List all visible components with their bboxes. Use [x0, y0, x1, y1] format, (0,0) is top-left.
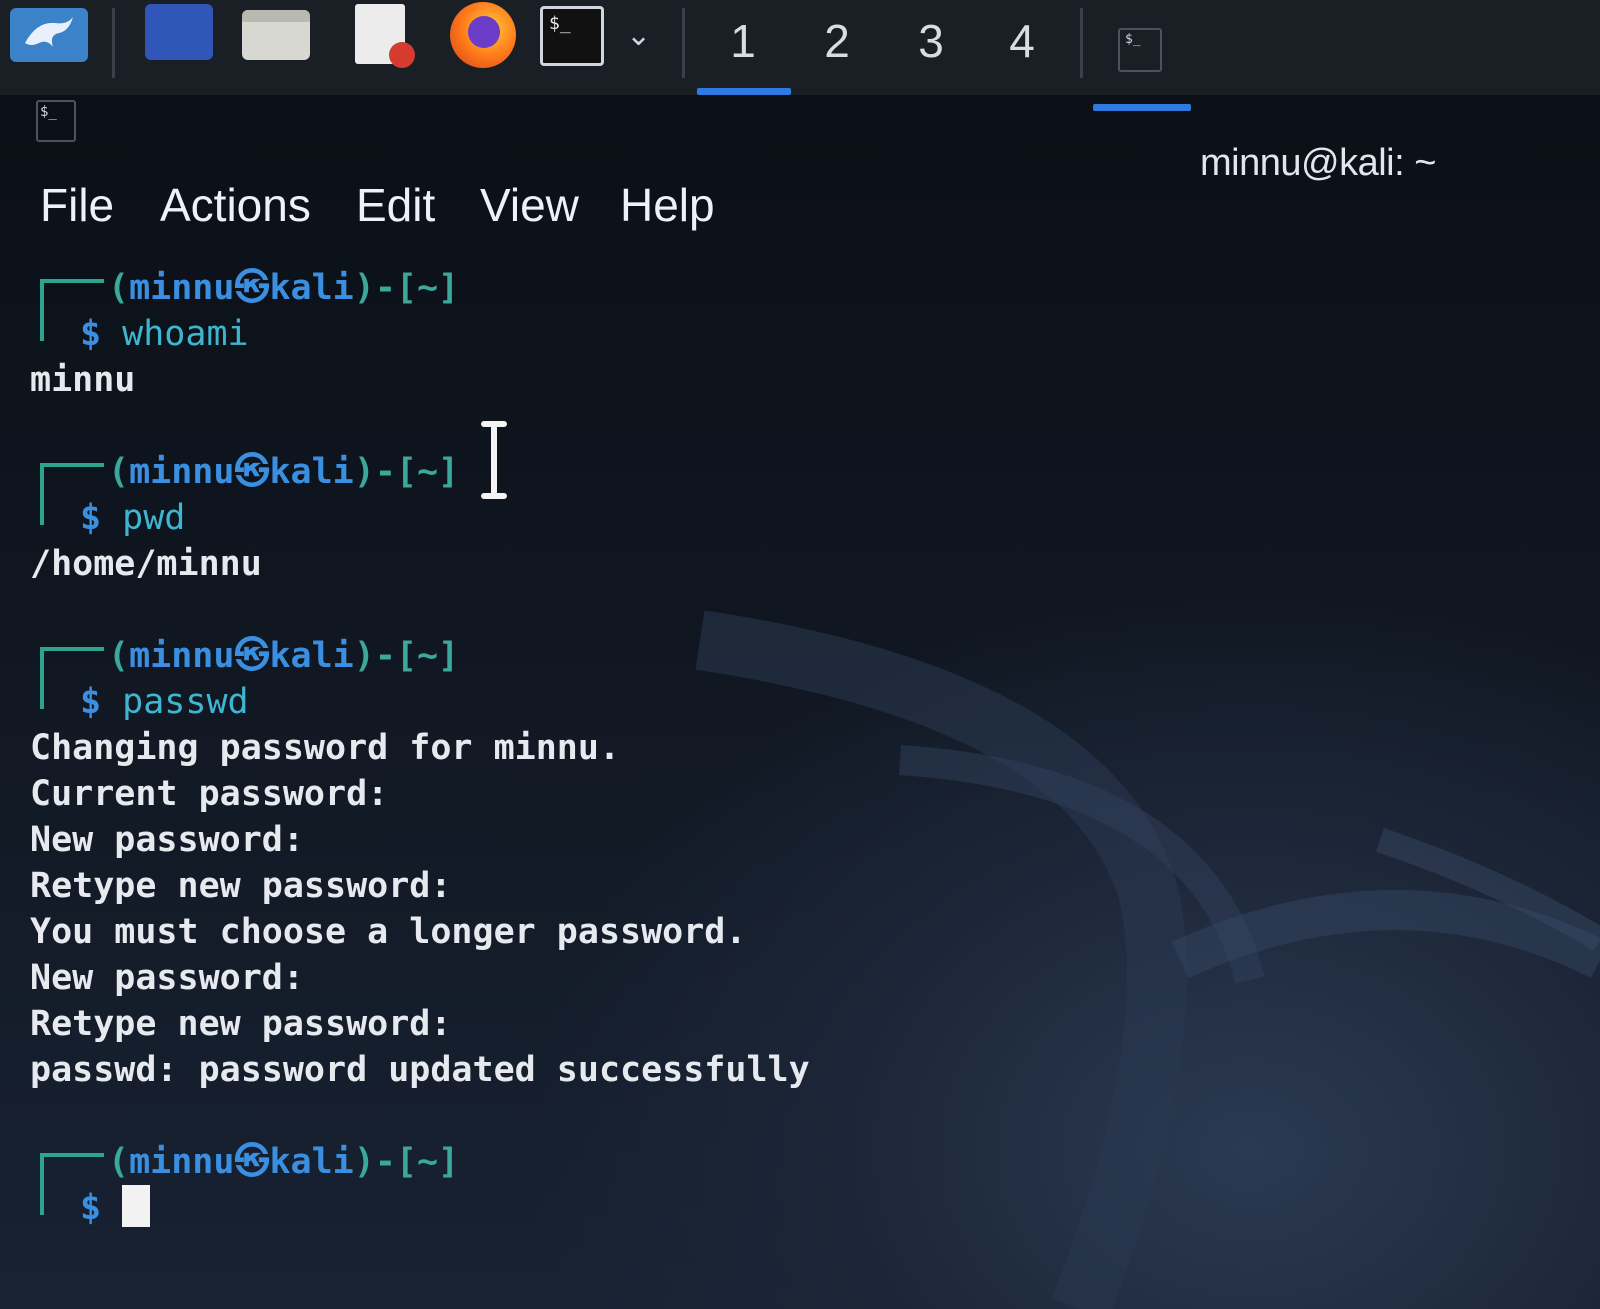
prompt-symbol: $ — [80, 1188, 102, 1228]
active-window-indicator — [1093, 104, 1191, 111]
prompt-block: (minnu㉿kali)-[~] $ — [30, 1139, 1530, 1231]
prompt-block: (minnu㉿kali)-[~] $ whoami — [30, 265, 1530, 357]
command-text: whoami — [122, 314, 249, 354]
output-line: Changing password for minnu. — [30, 728, 621, 768]
menu-view[interactable]: View — [480, 178, 579, 232]
prompt-line: (minnu㉿kali)-[~] — [108, 452, 460, 492]
prompt-block: (minnu㉿kali)-[~] $ passwd — [30, 633, 1530, 725]
prompt-line: (minnu㉿kali)-[~] — [108, 268, 460, 308]
command-text: passwd — [122, 682, 249, 722]
kali-dragon-icon[interactable] — [10, 8, 88, 62]
output-line: New password: — [30, 958, 304, 998]
prompt-line: (minnu㉿kali)-[~] — [108, 1142, 460, 1182]
command-text: pwd — [122, 498, 186, 538]
output-line: You must choose a longer password. — [30, 912, 747, 952]
prompt-at: ㉿ — [234, 268, 270, 308]
prompt-user: minnu — [129, 636, 235, 676]
command-line: $ whoami — [30, 311, 1530, 357]
workspace-4[interactable]: 4 — [977, 14, 1067, 68]
prompt-user: minnu — [129, 268, 235, 308]
prompt-host: kali — [269, 452, 354, 492]
prompt-symbol: $ — [80, 682, 102, 722]
terminal-icon[interactable]: $_ — [540, 6, 604, 66]
output-line: New password: — [30, 820, 304, 860]
taskbar: $_ ⌄ 1 2 3 4 $_ — [0, 0, 1600, 111]
prompt-symbol: $ — [80, 314, 102, 354]
prompt-dir: ~ — [416, 1142, 439, 1182]
output-line: Retype new password: — [30, 1004, 452, 1044]
prompt-symbol: $ — [80, 498, 102, 538]
file-manager-icon[interactable] — [242, 10, 310, 60]
window-title: minnu@kali: ~ — [1200, 142, 1436, 184]
output-line: /home/minnu — [30, 544, 262, 584]
workspace-3[interactable]: 3 — [886, 14, 976, 68]
prompt-at: ㉿ — [234, 452, 270, 492]
terminal-output[interactable]: (minnu㉿kali)-[~] $ whoami minnu (minnu㉿kali… — [30, 265, 1530, 1231]
menu-actions[interactable]: Actions — [160, 178, 311, 232]
menu-help[interactable]: Help — [620, 178, 715, 232]
prompt-host: kali — [269, 268, 354, 308]
prompt-line: (minnu㉿kali)-[~] — [108, 636, 460, 676]
firefox-icon[interactable] — [450, 2, 516, 68]
taskbar-separator — [112, 8, 115, 78]
taskbar-separator — [682, 8, 685, 78]
prompt-block: (minnu㉿kali)-[~] $ pwd — [30, 449, 1530, 541]
text-cursor-ibeam-icon — [481, 421, 507, 499]
output-line: minnu — [30, 360, 136, 400]
command-line: $ passwd — [30, 679, 1530, 725]
prompt-dir: ~ — [416, 268, 439, 308]
command-line: $ pwd — [30, 495, 1530, 541]
workspace-1[interactable]: 1 — [698, 14, 788, 68]
prompt-at: ㉿ — [234, 1142, 270, 1182]
output-line: Current password: — [30, 774, 389, 814]
output-line: passwd: password updated successfully — [30, 1050, 810, 1090]
command-line: $ — [30, 1185, 1530, 1231]
prompt-dir: ~ — [416, 636, 439, 676]
window-terminal-icon: $_ — [36, 100, 76, 142]
menu-file[interactable]: File — [40, 178, 114, 232]
prompt-host: kali — [269, 636, 354, 676]
workspace-2[interactable]: 2 — [792, 14, 882, 68]
prompt-user: minnu — [129, 1142, 235, 1182]
chevron-down-icon[interactable]: ⌄ — [626, 18, 651, 53]
prompt-user: minnu — [129, 452, 235, 492]
prompt-host: kali — [269, 1142, 354, 1182]
prompt-dir: ~ — [416, 452, 439, 492]
show-desktop-icon[interactable] — [145, 4, 213, 60]
text-editor-icon[interactable] — [355, 4, 415, 68]
menu-edit[interactable]: Edit — [356, 178, 435, 232]
active-workspace-indicator — [697, 88, 791, 95]
taskbar-separator — [1080, 8, 1083, 78]
terminal-cursor — [122, 1185, 151, 1227]
terminal-window-icon[interactable]: $_ — [1118, 28, 1162, 72]
prompt-at: ㉿ — [234, 636, 270, 676]
output-line: Retype new password: — [30, 866, 452, 906]
